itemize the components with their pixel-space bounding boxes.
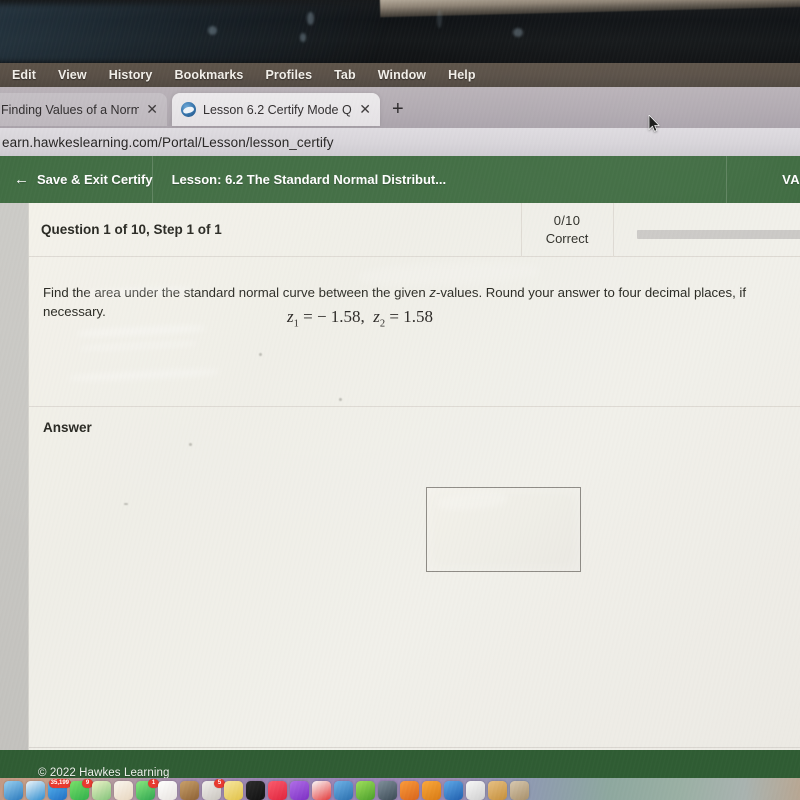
finder-icon[interactable] [4,781,23,800]
device-bezel [0,0,800,64]
menu-item-edit[interactable]: Edit [12,68,36,82]
calendar-icon[interactable] [158,781,177,800]
dust-speck [307,12,314,25]
browser-tab-1[interactable]: Finding Values of a Normal ✕ [0,93,167,126]
notes-icon[interactable] [92,781,111,800]
reminders-icon[interactable] [224,781,243,800]
score-caption: Correct [545,231,589,246]
z1-variable: z [286,307,294,326]
keynote-icon[interactable] [334,781,353,800]
browser-tab-strip: Finding Values of a Normal ✕ Lesson 6.2 … [0,87,800,128]
tab-title: Lesson 6.2 Certify Mode Quest [203,102,352,117]
podcast2-icon[interactable] [378,781,397,800]
equals-1: = [298,307,317,326]
menu-item-help[interactable]: Help [448,68,476,82]
equals-2: = [385,307,404,326]
folder-icon[interactable] [488,781,507,800]
browser-tab-2[interactable]: Lesson 6.2 Certify Mode Quest ✕ [172,93,380,126]
appletv-icon[interactable] [246,781,265,800]
macos-dock[interactable]: 35,199 9 1 5 [0,778,800,800]
dust-speck [189,443,192,446]
mail-icon[interactable]: 35,199 [48,779,71,800]
music-icon[interactable] [268,781,287,800]
z1-value: − 1.58, [316,307,365,326]
desk-edge [379,0,800,18]
safari-icon[interactable] [26,781,45,800]
books-icon[interactable] [400,781,419,800]
podcasts-icon[interactable] [180,781,199,800]
score-value: 0/10 [553,213,581,228]
answer-section-divider [29,406,800,407]
card-bottom-divider [29,747,800,748]
menu-item-window[interactable]: Window [378,68,426,82]
dust-speck [259,353,262,356]
pages-icon[interactable] [422,781,441,800]
chrome-icon[interactable] [466,781,485,800]
score-block: 0/10 Correct [521,212,613,248]
xcode-icon[interactable] [444,781,463,800]
user-menu[interactable]: VA [782,172,800,187]
screen-glare [78,340,198,352]
new-tab-button[interactable]: + [392,99,404,119]
app-header: ← Save & Exit Certify Lesson: 6.2 The St… [0,156,800,203]
numbers-icon[interactable] [356,781,375,800]
answer-label: Answer [43,420,92,435]
score-divider-right [613,203,614,257]
address-bar[interactable]: earn.hawkeslearning.com/Portal/Lesson/le… [0,128,800,156]
messages-icon[interactable]: 9 [70,779,93,800]
menu-item-bookmarks[interactable]: Bookmarks [174,68,243,82]
facetime-icon[interactable]: 1 [136,779,159,800]
prompt-italic-z: z [429,285,436,300]
page-left-gutter [0,203,28,800]
dust-speck [437,10,442,28]
dust-speck [339,398,342,401]
macos-menu-bar: Edit View History Bookmarks Profiles Tab… [0,63,800,87]
mouse-cursor [648,115,660,132]
contacts-icon[interactable]: 5 [202,779,225,800]
menu-item-profiles[interactable]: Profiles [265,68,312,82]
photos-icon[interactable] [114,781,133,800]
menu-item-tab[interactable]: Tab [334,68,356,82]
arrow-left-icon: ← [14,171,29,188]
url-text: earn.hawkeslearning.com/Portal/Lesson/le… [2,134,334,150]
menu-item-history[interactable]: History [109,68,153,82]
airdrop-icon[interactable] [290,781,309,800]
notification-badge: 35,199 [48,779,71,788]
site-favicon-icon [181,102,196,117]
header-divider-right [726,156,727,203]
dust-speck [513,28,523,37]
close-icon[interactable]: ✕ [359,101,371,118]
save-and-exit-button[interactable]: ← Save & Exit Certify [0,172,153,187]
z2-variable: z [373,307,380,326]
close-icon[interactable]: ✕ [146,101,158,118]
question-progress-label: Question 1 of 10, Step 1 of 1 [41,222,222,237]
dust-speck [124,503,128,505]
news-icon[interactable] [312,781,331,800]
progress-bar [637,230,800,239]
question-status-bar: Question 1 of 10, Step 1 of 1 0/10 Corre… [29,203,800,257]
tab-title: Finding Values of a Normal [1,102,140,117]
dust-speck [208,26,217,35]
downloads-icon[interactable] [510,781,529,800]
question-card: Question 1 of 10, Step 1 of 1 0/10 Corre… [28,203,800,758]
save-exit-label: Save & Exit Certify [37,172,153,187]
screen-glare [68,367,220,383]
z2-value: 1.58 [403,307,434,326]
header-divider [152,156,153,203]
lesson-title: Lesson: 6.2 The Standard Normal Distribu… [171,172,447,187]
dust-speck [300,33,306,42]
menu-item-view[interactable]: View [58,68,87,82]
web-page: ← Save & Exit Certify Lesson: 6.2 The St… [0,156,800,800]
